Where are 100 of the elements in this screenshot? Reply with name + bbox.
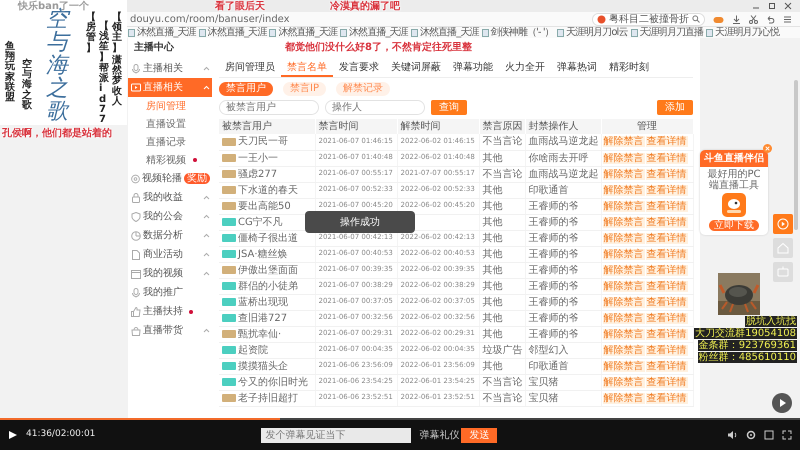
bookmark[interactable]: 天涯明月刀ol云: [556, 27, 628, 38]
action-link[interactable]: 解除禁言: [602, 392, 644, 404]
sidebar-item[interactable]: 数据分析: [128, 226, 212, 245]
tab[interactable]: 火力全开: [499, 60, 551, 77]
input-field[interactable]: 被禁言用户: [219, 100, 319, 115]
tab[interactable]: 房间管理员: [219, 60, 281, 77]
action-link[interactable]: 解除禁言: [602, 280, 644, 292]
sidebar-subitem[interactable]: 精彩视频: [128, 151, 212, 169]
username: 一王小一: [238, 152, 278, 164]
action-link[interactable]: 查看详情: [646, 296, 688, 308]
action-link[interactable]: 查看详情: [646, 392, 688, 404]
action-link[interactable]: 查看详情: [646, 328, 688, 340]
action-link[interactable]: 查看详情: [646, 376, 688, 388]
tab[interactable]: 精彩时刻: [603, 60, 655, 77]
action-link[interactable]: 解除禁言: [602, 360, 644, 372]
action-link[interactable]: 查看详情: [646, 168, 688, 180]
sidebar-subitem[interactable]: 房间管理: [128, 97, 212, 115]
danmaku-input[interactable]: 发个弹幕见证当下: [261, 428, 412, 442]
danmaku-comment: 冷漠真的漏了吧: [330, 1, 400, 12]
filter-pill[interactable]: 禁言用户: [219, 82, 273, 96]
action-link[interactable]: 查看详情: [646, 280, 688, 292]
page-icon: [482, 28, 489, 36]
action-link[interactable]: 解除禁言: [602, 376, 644, 388]
action-link[interactable]: 查看详情: [646, 232, 688, 244]
bookmark[interactable]: 沐然直播_天涯: [128, 27, 196, 38]
add-button[interactable]: 添加: [657, 100, 693, 115]
etiquette-link[interactable]: 弹幕礼仪: [419, 430, 460, 440]
document-icon: [131, 250, 141, 260]
tab[interactable]: 发言要求: [333, 60, 385, 77]
sidebar-item[interactable]: 直播带货: [128, 321, 212, 340]
action-link[interactable]: 查看详情: [646, 216, 688, 228]
settings-icon[interactable]: [746, 430, 756, 440]
play-button[interactable]: [8, 430, 18, 440]
action-link[interactable]: 查看详情: [646, 344, 688, 356]
sidebar-item[interactable]: 我的推广: [128, 283, 212, 302]
close-icon[interactable]: [784, 2, 792, 10]
sidebar-item[interactable]: 主播相关: [128, 59, 212, 78]
url-text[interactable]: douyu.com/room/banuser/index: [130, 14, 290, 24]
sidebar-subitem[interactable]: 直播记录: [128, 133, 212, 151]
sidebar-item[interactable]: 视频轮播 奖励: [128, 169, 212, 188]
action-link[interactable]: 查看详情: [646, 184, 688, 196]
volume-icon[interactable]: [727, 430, 738, 440]
query-button[interactable]: 查询: [431, 100, 467, 115]
close-icon[interactable]: [763, 144, 772, 153]
bookmark[interactable]: 沐然直播_天涯: [198, 27, 266, 38]
username: 下水道的春天: [238, 184, 298, 196]
sidebar-subitem[interactable]: 直播设置: [128, 115, 212, 133]
undo-icon[interactable]: [766, 14, 775, 24]
scissors-icon[interactable]: [749, 14, 758, 24]
action-link[interactable]: 查看详情: [646, 312, 688, 324]
tab[interactable]: 关键词屏蔽: [385, 60, 447, 77]
download-button[interactable]: 立即下载: [709, 220, 759, 231]
action-link[interactable]: 查看详情: [646, 200, 688, 212]
username: 蓝桥出现现: [238, 296, 288, 308]
scrollbar[interactable]: [794, 80, 798, 230]
tab[interactable]: 弹幕功能: [447, 60, 499, 77]
bookmark[interactable]: 剑侠神雕（'- '）: [482, 27, 554, 38]
send-button[interactable]: 发送: [461, 428, 498, 442]
action-link[interactable]: 解除禁言: [602, 168, 644, 180]
bookmark[interactable]: 沐然直播_天涯: [410, 27, 479, 38]
sidebar-item[interactable]: 我的公会: [128, 207, 212, 226]
filter-pill[interactable]: 解禁记录: [336, 82, 390, 96]
bookmark[interactable]: 天涯明月刀直播: [630, 27, 704, 38]
action-link[interactable]: 查看详情: [646, 264, 688, 276]
download-icon[interactable]: [732, 14, 741, 24]
play-icon[interactable]: [772, 393, 792, 413]
action-link[interactable]: 解除禁言: [602, 152, 644, 164]
action-link[interactable]: 解除禁言: [602, 248, 644, 260]
bookmark[interactable]: 沐然直播_天涯: [269, 27, 338, 38]
sidebar-item[interactable]: 主播扶持: [128, 302, 212, 321]
filter-pill[interactable]: 禁言IP: [283, 82, 326, 96]
action-link[interactable]: 解除禁言: [602, 184, 644, 196]
sidebar-item[interactable]: 我的收益: [128, 188, 212, 207]
action-link[interactable]: 解除禁言: [602, 200, 644, 212]
tab[interactable]: 弹幕热词: [551, 60, 603, 77]
action-link[interactable]: 查看详情: [646, 248, 688, 260]
tab[interactable]: 禁言名单: [281, 60, 333, 77]
sidebar-item[interactable]: 商业活动: [128, 245, 212, 264]
action-link[interactable]: 解除禁言: [602, 136, 644, 148]
action-link[interactable]: 解除禁言: [602, 216, 644, 228]
action-link[interactable]: 解除禁言: [602, 264, 644, 276]
username: 摸摸猫头企: [238, 360, 288, 372]
action-link[interactable]: 解除禁言: [602, 296, 644, 308]
sidebar-item[interactable]: 我的视频: [128, 264, 212, 283]
window-icon[interactable]: [764, 430, 774, 440]
bookmark[interactable]: 沐然直播_天涯: [340, 27, 408, 38]
restore-icon[interactable]: [768, 2, 776, 10]
search-field[interactable]: 粤科目二被撞骨折: [592, 12, 705, 26]
action-link[interactable]: 查看详情: [646, 360, 688, 372]
action-link[interactable]: 解除禁言: [602, 312, 644, 324]
fullscreen-icon[interactable]: [782, 430, 792, 440]
action-link[interactable]: 解除禁言: [602, 328, 644, 340]
input-field[interactable]: 操作人: [325, 100, 425, 115]
promo-text: 脱坑入坑找: [745, 316, 797, 327]
action-link[interactable]: 查看详情: [646, 136, 688, 148]
action-link[interactable]: 查看详情: [646, 152, 688, 164]
action-link[interactable]: 解除禁言: [602, 344, 644, 356]
action-link[interactable]: 解除禁言: [602, 232, 644, 244]
menu-icon[interactable]: [783, 14, 792, 24]
sidebar-item[interactable]: 直播相关: [128, 78, 212, 97]
